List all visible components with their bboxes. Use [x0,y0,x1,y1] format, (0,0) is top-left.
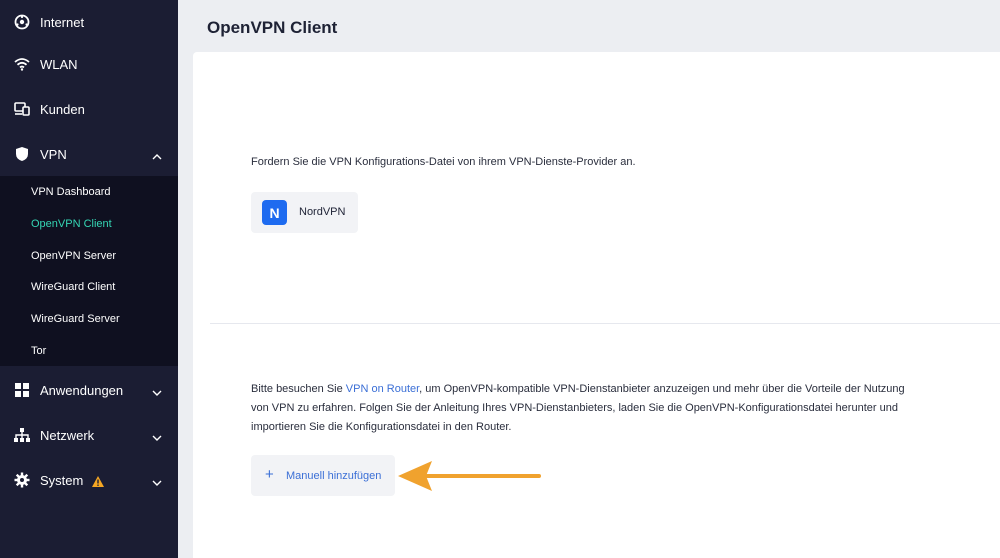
chevron-down-icon [152,385,162,396]
gear-icon [14,472,30,488]
sidebar-subitem-openvpn-client[interactable]: OpenVPN Client [31,218,112,230]
chevron-up-icon [152,149,162,160]
shield-icon [14,146,30,162]
sidebar-item-wlan[interactable]: WLAN [0,42,178,86]
sidebar: Internet WLAN Kunden VPN VPN Dashboard O… [0,0,178,558]
sidebar-item-label: Anwendungen [40,382,124,398]
sidebar-subitem-vpn-dashboard[interactable]: VPN Dashboard [31,186,111,198]
plus-icon: + [265,466,274,483]
sidebar-subitem-wireguard-server[interactable]: WireGuard Server [31,313,120,325]
warning-icon [92,474,104,487]
sidebar-item-netzwerk[interactable]: Netzwerk [0,413,178,457]
sidebar-item-label: Netzwerk [40,427,95,443]
sidebar-subitem-wireguard-client[interactable]: WireGuard Client [31,281,115,293]
sidebar-item-label: WLAN [40,56,78,72]
instructions-paragraph: Bitte besuchen Sie VPN on Router, um Ope… [251,380,911,437]
sidebar-item-system[interactable]: System [0,458,178,502]
page-title: OpenVPN Client [207,18,338,37]
chevron-down-icon [152,430,162,441]
sidebar-item-internet[interactable]: Internet [0,0,178,44]
globe-icon [14,14,30,30]
annotation-arrow-icon [398,461,541,491]
sidebar-item-label: System [40,472,84,488]
sidebar-item-label: Kunden [40,101,85,117]
sidebar-item-label: VPN [40,146,67,162]
paragraph-text: Bitte besuchen Sie [251,383,346,395]
chevron-down-icon [152,475,162,486]
network-icon [14,427,30,443]
sidebar-item-anwendungen[interactable]: Anwendungen [0,368,178,412]
sidebar-subitem-openvpn-server[interactable]: OpenVPN Server [31,250,116,262]
devices-icon [14,101,30,117]
sidebar-item-label: Internet [40,14,85,30]
sidebar-subitem-tor[interactable]: Tor [31,345,46,357]
manual-add-button[interactable]: + Manuell hinzufügen [251,455,395,496]
sidebar-item-kunden[interactable]: Kunden [0,87,178,131]
wifi-icon [14,56,30,72]
manual-add-label: Manuell hinzufügen [286,470,382,482]
vpn-on-router-link[interactable]: VPN on Router [346,383,419,395]
sidebar-item-vpn[interactable]: VPN [0,132,178,176]
nordvpn-provider-button[interactable]: N NordVPN [251,192,358,233]
provider-intro-text: Fordern Sie die VPN Konfigurations-Datei… [251,156,636,168]
apps-grid-icon [14,382,30,398]
vpn-submenu: VPN Dashboard OpenVPN Client OpenVPN Ser… [0,176,178,366]
section-divider [210,323,1000,324]
nordvpn-logo-icon: N [262,200,287,225]
provider-name: NordVPN [299,206,346,218]
